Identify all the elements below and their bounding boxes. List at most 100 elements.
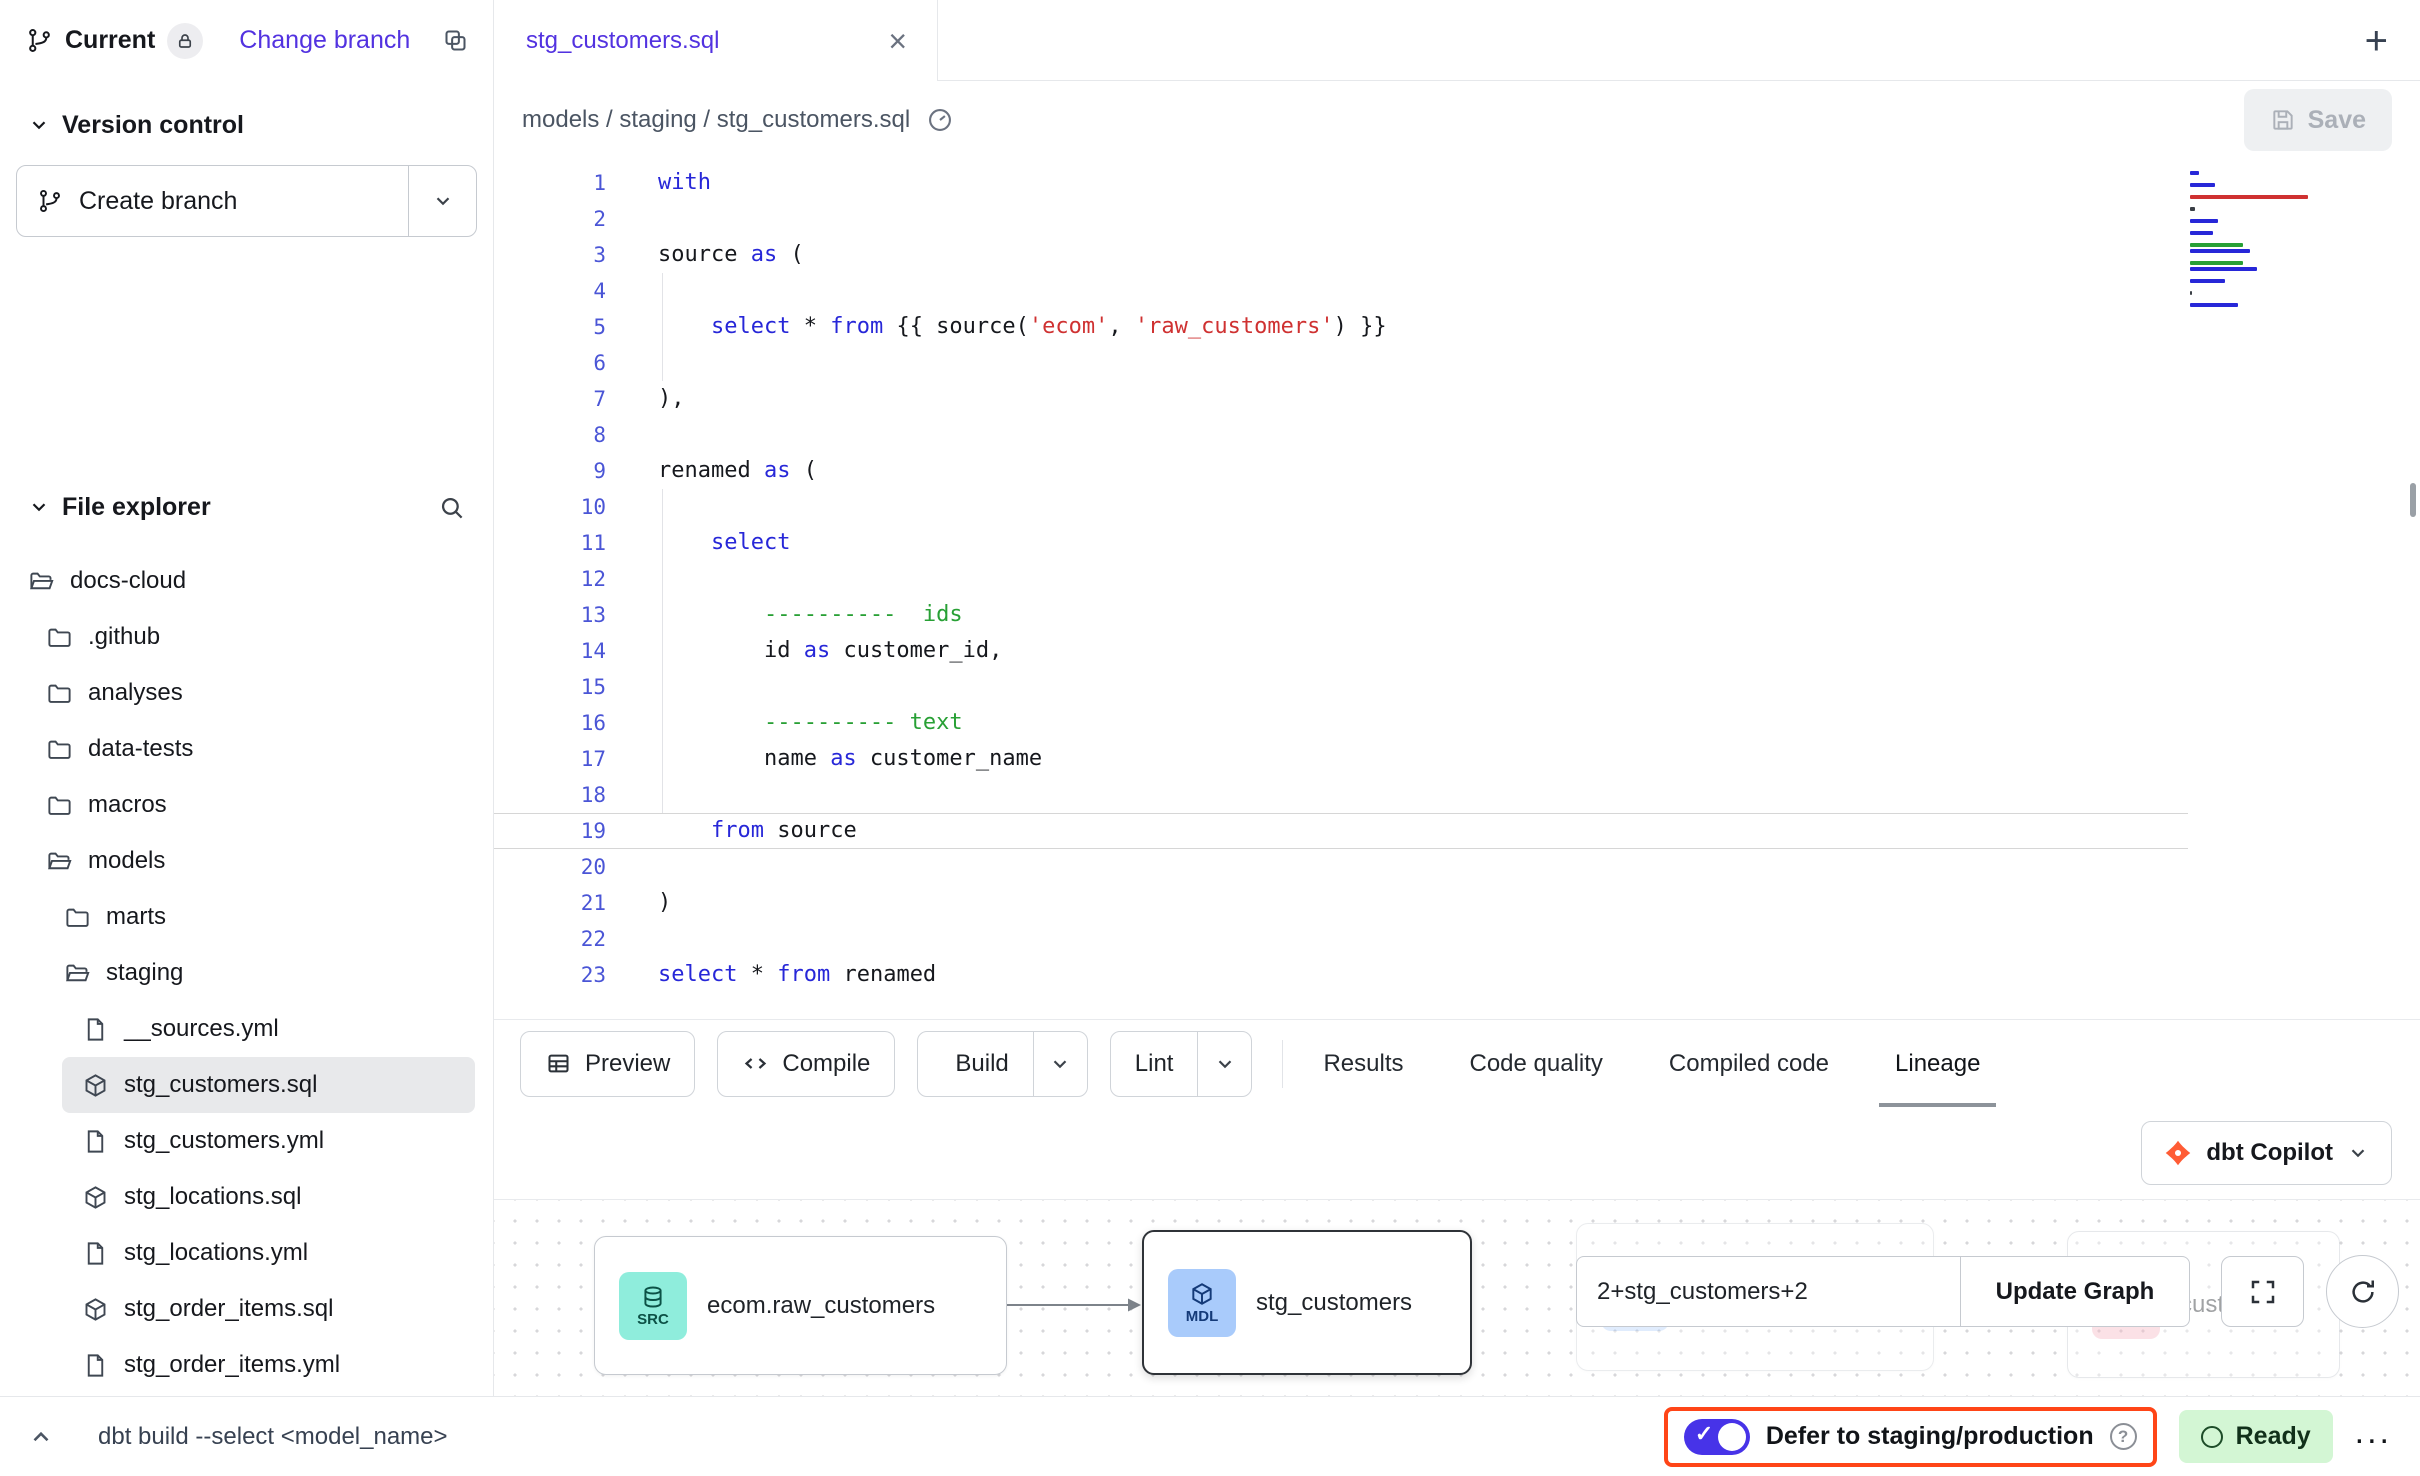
- code-line[interactable]: 1with: [494, 165, 2420, 201]
- tree-item-stg-locations-sql[interactable]: stg_locations.sql: [62, 1169, 475, 1225]
- preview-button[interactable]: Preview: [520, 1031, 695, 1097]
- tab-title: stg_customers.sql: [526, 27, 719, 55]
- panel-tab-compiled-code[interactable]: Compiled code: [1669, 1020, 1829, 1107]
- tree-item--sources-yml[interactable]: __sources.yml: [62, 1001, 475, 1057]
- code-line[interactable]: 14 id as customer_id,: [494, 633, 2420, 669]
- folder-open-icon: [28, 568, 55, 595]
- tree-item--github[interactable]: .github: [26, 609, 475, 665]
- code-line[interactable]: 7),: [494, 381, 2420, 417]
- code-line[interactable]: 13 ---------- ids: [494, 597, 2420, 633]
- line-number: 22: [494, 921, 606, 957]
- code-line[interactable]: 20: [494, 849, 2420, 885]
- lint-button[interactable]: Lint: [1111, 1032, 1198, 1096]
- tree-item-docs-cloud[interactable]: docs-cloud: [8, 553, 475, 609]
- tree-item-stg-order-items-yml[interactable]: stg_order_items.yml: [62, 1337, 475, 1393]
- lineage-edge: [1007, 1293, 1142, 1317]
- file-explorer-header[interactable]: File explorer: [0, 487, 493, 527]
- tree-item-analyses[interactable]: analyses: [26, 665, 475, 721]
- tree-item-label: data-tests: [88, 735, 193, 763]
- search-icon[interactable]: [438, 494, 465, 521]
- tree-item-marts[interactable]: marts: [44, 889, 475, 945]
- code-line[interactable]: 3source as (: [494, 237, 2420, 273]
- code-line[interactable]: 23select * from renamed: [494, 957, 2420, 993]
- code-line[interactable]: 18: [494, 777, 2420, 813]
- chevron-up-icon[interactable]: [28, 1424, 54, 1450]
- action-toolbar: Preview Compile Build Lint: [494, 1019, 2420, 1107]
- tree-item-data-tests[interactable]: data-tests: [26, 721, 475, 777]
- lineage-selector-input[interactable]: [1576, 1256, 1961, 1327]
- code-line[interactable]: 21): [494, 885, 2420, 921]
- tree-item-stg-customers-sql[interactable]: stg_customers.sql: [62, 1057, 475, 1113]
- cube-icon: [1189, 1281, 1215, 1307]
- line-number: 5: [494, 309, 606, 345]
- tree-item-label: docs-cloud: [70, 567, 186, 595]
- line-number: 21: [494, 885, 606, 921]
- tree-item-stg-order-items-sql[interactable]: stg_order_items.sql: [62, 1281, 475, 1337]
- fullscreen-button[interactable]: [2221, 1256, 2304, 1327]
- minimap[interactable]: [2190, 171, 2320, 309]
- panel-tab-results[interactable]: Results: [1323, 1020, 1403, 1107]
- line-number: 4: [494, 273, 606, 309]
- change-branch-link[interactable]: Change branch: [239, 26, 410, 55]
- tree-item-label: stg_customers.sql: [124, 1071, 317, 1099]
- tree-item-stg-locations-yml[interactable]: stg_locations.yml: [62, 1225, 475, 1281]
- create-branch-main[interactable]: Create branch: [17, 166, 408, 236]
- lineage-canvas[interactable]: MDL stg_customers SEM customers SRC: [494, 1199, 2420, 1396]
- code-line[interactable]: 17 name as customer_name: [494, 741, 2420, 777]
- lineage-node-stg-customers[interactable]: MDL stg_customers: [1142, 1230, 1472, 1375]
- code-line[interactable]: 16 ---------- text: [494, 705, 2420, 741]
- code-line[interactable]: 5 select * from {{ source('ecom', 'raw_c…: [494, 309, 2420, 345]
- more-options-button[interactable]: ...: [2355, 1415, 2392, 1459]
- current-branch[interactable]: Current: [26, 23, 203, 59]
- panel-tab-code-quality[interactable]: Code quality: [1470, 1020, 1603, 1107]
- code-line[interactable]: 12: [494, 561, 2420, 597]
- tree-item-label: macros: [88, 791, 167, 819]
- build-button[interactable]: Build: [918, 1032, 1032, 1096]
- new-tab-button[interactable]: +: [2365, 21, 2388, 61]
- toggle-knob: [1718, 1423, 1746, 1451]
- sidebar: Version control Create branch File explo…: [0, 81, 494, 1396]
- save-button[interactable]: Save: [2244, 89, 2392, 151]
- tab-stg-customers-sql[interactable]: stg_customers.sql ×: [494, 0, 938, 81]
- line-number: 13: [494, 597, 606, 633]
- code-lines: 1with23source as (45 select * from {{ so…: [494, 165, 2420, 993]
- code-line[interactable]: 19 from source: [494, 813, 2188, 849]
- lint-button-group: Lint: [1110, 1031, 1253, 1097]
- code-line[interactable]: 6: [494, 345, 2420, 381]
- scrollbar-thumb[interactable]: [2410, 483, 2416, 517]
- compile-button[interactable]: Compile: [717, 1031, 895, 1097]
- format-icon[interactable]: [926, 106, 954, 134]
- code-line[interactable]: 9renamed as (: [494, 453, 2420, 489]
- refresh-button[interactable]: [2326, 1255, 2399, 1328]
- lint-caret[interactable]: [1197, 1032, 1251, 1096]
- build-command-text: dbt build --select <model_name>: [98, 1423, 448, 1451]
- copy-icon[interactable]: [442, 27, 469, 54]
- close-icon[interactable]: ×: [888, 25, 907, 57]
- dbt-logo-icon: [2164, 1139, 2192, 1167]
- code-line[interactable]: 8: [494, 417, 2420, 453]
- code-line[interactable]: 4: [494, 273, 2420, 309]
- tree-item-staging[interactable]: staging: [44, 945, 475, 1001]
- code-line[interactable]: 10: [494, 489, 2420, 525]
- code-line[interactable]: 15: [494, 669, 2420, 705]
- folder-icon: [46, 792, 73, 819]
- create-branch-button: Create branch: [16, 165, 477, 237]
- code-editor[interactable]: 1with23source as (45 select * from {{ so…: [494, 159, 2420, 1019]
- lineage-node-source[interactable]: SRC ecom.raw_customers: [594, 1236, 1007, 1375]
- defer-toggle[interactable]: ✓: [1684, 1419, 1750, 1455]
- tree-item-models[interactable]: models: [26, 833, 475, 889]
- build-caret[interactable]: [1033, 1032, 1087, 1096]
- help-icon[interactable]: ?: [2110, 1423, 2137, 1450]
- tree-item-stg-customers-yml[interactable]: stg_customers.yml: [62, 1113, 475, 1169]
- update-graph-button[interactable]: Update Graph: [1960, 1256, 2190, 1327]
- create-branch-caret[interactable]: [408, 166, 476, 236]
- code-line[interactable]: 11 select: [494, 525, 2420, 561]
- code-line[interactable]: 2: [494, 201, 2420, 237]
- version-control-header[interactable]: Version control: [0, 105, 493, 145]
- line-number: 12: [494, 561, 606, 597]
- code-line[interactable]: 22: [494, 921, 2420, 957]
- panel-tab-lineage[interactable]: Lineage: [1895, 1020, 1980, 1107]
- tree-item-macros[interactable]: macros: [26, 777, 475, 833]
- file-icon: [82, 1352, 109, 1379]
- dbt-copilot-button[interactable]: dbt Copilot: [2141, 1121, 2392, 1185]
